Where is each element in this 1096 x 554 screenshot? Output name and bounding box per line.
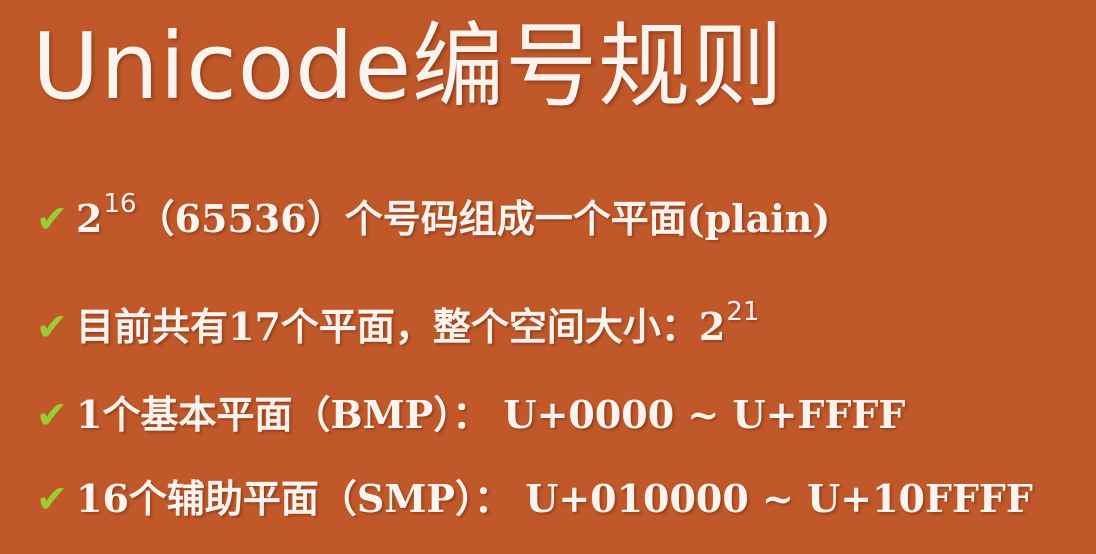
bullet-item: ✔ 目前共有17个平面，整个空间大小：2 21 [36, 296, 759, 351]
bullet-item: ✔ 2 16 （65536）个号码组成一个平面(plain) [36, 188, 830, 243]
bullet-base: 2 [76, 196, 103, 241]
bullet-exponent: 21 [726, 297, 760, 327]
bullet-text: 1个基本平面（BMP）： U+0000 ~ U+FFFF [76, 392, 906, 437]
bullet-exponent: 16 [103, 189, 137, 219]
bullet-text: 16个辅助平面（SMP）： U+010000 ~ U+10FFFF [76, 476, 1033, 521]
check-icon: ✔ [36, 305, 68, 349]
bullet-text: （65536）个号码组成一个平面(plain) [136, 196, 831, 241]
bullet-item: ✔ 16个辅助平面（SMP）： U+010000 ~ U+10FFFF [36, 468, 1033, 523]
bullet-item: ✔ 1个基本平面（BMP）： U+0000 ~ U+FFFF [36, 384, 905, 439]
check-icon: ✔ [36, 197, 68, 241]
slide-title: Unicode编号规则 [32, 13, 785, 120]
check-icon: ✔ [36, 477, 68, 521]
bullet-text: 目前共有17个平面，整个空间大小：2 [76, 304, 726, 349]
check-icon: ✔ [36, 393, 68, 437]
slide: Unicode编号规则 ✔ 2 16 （65536）个号码组成一个平面(plain)… [0, 0, 1096, 554]
